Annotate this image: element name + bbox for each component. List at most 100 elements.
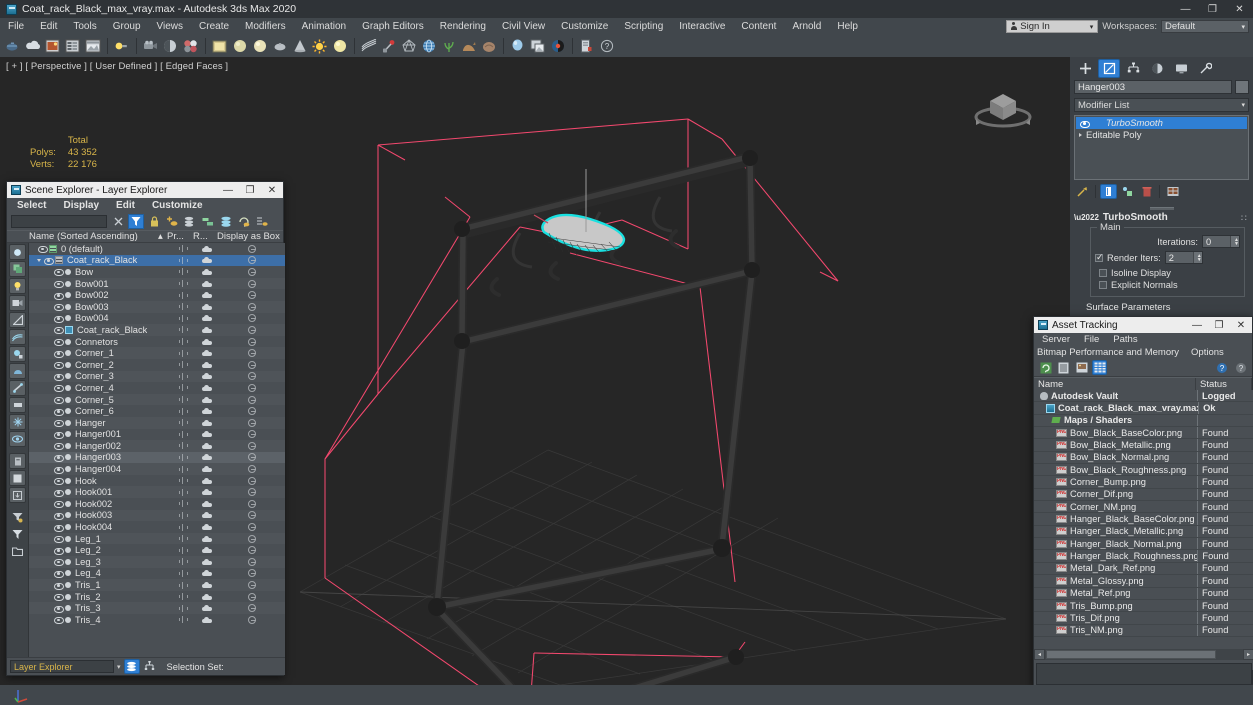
selection-set-input[interactable] (230, 660, 282, 673)
eye-icon[interactable] (53, 476, 63, 485)
eye-icon[interactable] (53, 372, 63, 381)
properties-icon[interactable] (179, 524, 186, 531)
table-row[interactable]: Hook004 (29, 521, 285, 533)
render-icon[interactable] (202, 547, 212, 553)
properties-icon[interactable] (179, 384, 186, 391)
at-menu-options[interactable]: Options (1191, 347, 1224, 358)
render-icon[interactable] (202, 408, 212, 414)
at-menu-bitmap-performance[interactable]: Bitmap Performance and Memory (1037, 347, 1179, 358)
table-row[interactable]: Metal_Ref.pngFound (1034, 588, 1253, 600)
chevron-down-icon[interactable] (37, 259, 41, 262)
isoline-display-checkbox[interactable] (1099, 269, 1107, 277)
render-icon[interactable] (202, 478, 212, 484)
eye-icon[interactable] (43, 256, 53, 265)
properties-icon[interactable] (179, 373, 186, 380)
menu-create[interactable]: Create (191, 18, 237, 35)
properties-icon[interactable] (179, 338, 186, 345)
render-icon[interactable] (202, 454, 212, 460)
properties-icon[interactable] (179, 292, 186, 299)
search-input[interactable] (11, 215, 107, 228)
thumbnail-view-icon[interactable] (1074, 360, 1089, 375)
hide-icon[interactable] (9, 431, 26, 447)
balloon-icon[interactable] (508, 37, 527, 56)
table-row[interactable]: Corner_NM.pngFound (1034, 501, 1253, 513)
eye-icon[interactable] (53, 430, 63, 439)
camera-icon[interactable] (9, 295, 26, 311)
display-as-box-icon[interactable] (248, 442, 256, 450)
cloud-icon[interactable] (23, 37, 42, 56)
eye-icon[interactable] (53, 581, 63, 590)
display-as-box-icon[interactable] (248, 593, 256, 601)
properties-icon[interactable] (179, 408, 186, 415)
menu-group[interactable]: Group (105, 18, 149, 35)
table-row[interactable]: Tris_4 (29, 614, 285, 626)
render-icon[interactable] (202, 489, 212, 495)
display-as-box-icon[interactable] (248, 314, 256, 322)
globe-icon[interactable] (419, 37, 438, 56)
list-view-icon[interactable] (1056, 360, 1071, 375)
eye-icon[interactable] (53, 279, 63, 288)
render-setup-icon[interactable] (63, 37, 82, 56)
properties-icon[interactable] (179, 477, 186, 484)
column-header-name[interactable]: Name (Sorted Ascending) (29, 231, 158, 242)
rock-icon[interactable] (479, 37, 498, 56)
properties-icon[interactable] (179, 466, 186, 473)
close-button[interactable]: ✕ (1226, 0, 1253, 18)
asset-tracking-close-button[interactable]: ✕ (1230, 317, 1252, 333)
material-editor-icon[interactable] (181, 37, 200, 56)
eye-icon[interactable] (53, 349, 63, 358)
layer-properties-icon[interactable] (200, 214, 216, 229)
display-as-box-icon[interactable] (248, 569, 256, 577)
utilities-tab-icon[interactable] (1194, 59, 1216, 78)
table-row[interactable]: Connetors (29, 336, 285, 348)
workspaces-select[interactable]: Default ▾ (1161, 20, 1249, 33)
table-row[interactable]: Tris_1 (29, 579, 285, 591)
properties-icon[interactable] (179, 558, 186, 565)
at-column-header-name[interactable]: Name (1034, 378, 1196, 390)
render-icon[interactable] (202, 559, 212, 565)
properties-icon[interactable] (179, 582, 186, 589)
mesh-icon[interactable] (399, 37, 418, 56)
menu-interactive[interactable]: Interactive (671, 18, 733, 35)
sx-menu-select[interactable]: Select (17, 200, 46, 211)
properties-icon[interactable] (179, 616, 186, 623)
menu-help[interactable]: Help (829, 18, 866, 35)
render-icon[interactable] (202, 269, 212, 275)
render-icon[interactable] (202, 362, 212, 368)
display-as-box-icon[interactable] (248, 280, 256, 288)
display-as-box-icon[interactable] (248, 523, 256, 531)
grass-icon[interactable] (439, 37, 458, 56)
eye-icon[interactable] (53, 453, 63, 462)
configure-sets-icon[interactable] (1164, 184, 1181, 199)
vray-frame-buffer-icon[interactable] (548, 37, 567, 56)
light-icon[interactable] (9, 278, 26, 294)
display-as-box-icon[interactable] (248, 430, 256, 438)
eye-icon[interactable] (53, 337, 63, 346)
table-row[interactable]: Hanger004 (29, 463, 285, 475)
motion-tab-icon[interactable] (1146, 59, 1168, 78)
scene-explorer-list[interactable]: 0 (default)Coat_rack_BlackBowBow001Bow00… (29, 243, 285, 658)
refresh-icon[interactable] (1038, 360, 1053, 375)
properties-icon[interactable] (179, 605, 186, 612)
properties-icon[interactable] (179, 547, 186, 554)
table-row[interactable]: Corner_4 (29, 382, 285, 394)
layers-icon[interactable] (218, 214, 234, 229)
display-as-box-icon[interactable] (248, 407, 256, 415)
eye-icon[interactable] (53, 395, 63, 404)
table-row[interactable]: Hanger_Black_BaseColor.pngFound (1034, 513, 1253, 525)
display-as-box-icon[interactable] (248, 581, 256, 589)
asset-tracking-hscrollbar[interactable]: ◂ ▸ (1034, 649, 1253, 660)
properties-icon[interactable] (179, 570, 186, 577)
properties-icon[interactable] (179, 535, 186, 542)
table-row[interactable]: Metal_Dark_Ref.pngFound (1034, 563, 1253, 575)
render-icon[interactable] (202, 327, 212, 333)
column-header-render[interactable]: R... (193, 231, 217, 242)
render-icon[interactable] (202, 536, 212, 542)
hierarchy-toggle-icon[interactable] (142, 659, 158, 674)
explorer-name-field[interactable]: Layer Explorer (10, 660, 114, 673)
table-row[interactable]: Coat_rack_Black (29, 324, 285, 336)
container-icon[interactable] (9, 397, 26, 413)
sphere-cream-icon[interactable] (250, 37, 269, 56)
properties-icon[interactable] (179, 303, 186, 310)
display-as-box-icon[interactable] (248, 477, 256, 485)
